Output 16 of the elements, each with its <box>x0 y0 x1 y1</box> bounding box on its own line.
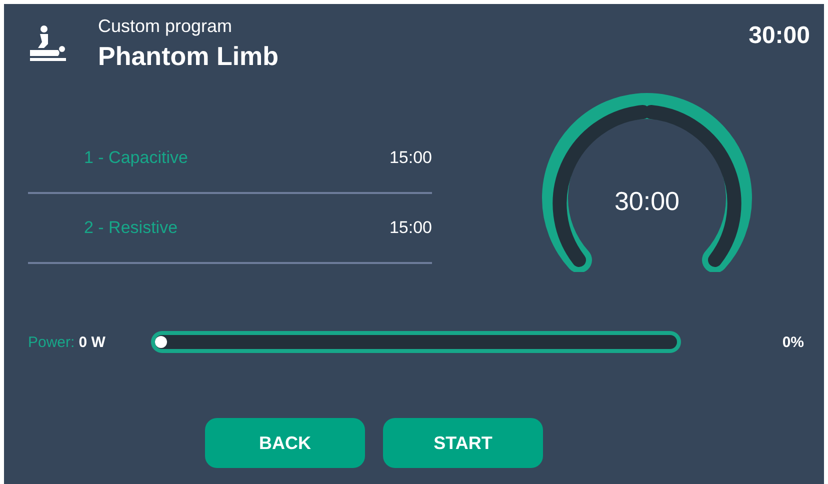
phase-name: 2 - Resistive <box>84 218 178 238</box>
phase-time: 15:00 <box>389 148 432 168</box>
total-time: 30:00 <box>748 22 810 50</box>
program-type-label: Custom program <box>98 16 234 37</box>
phase-time: 15:00 <box>389 218 432 238</box>
timer-reading: 30:00 <box>613 186 681 217</box>
massage-therapy-icon <box>28 24 68 64</box>
power-percent: 0% <box>782 334 804 350</box>
power-slider[interactable] <box>150 331 681 353</box>
slider-thumb[interactable] <box>154 336 167 348</box>
power-value: 0 W <box>78 334 106 350</box>
start-button[interactable]: START <box>383 418 543 468</box>
phase-name: 1 - Capacitive <box>84 148 188 168</box>
power-label: Power: <box>28 334 75 350</box>
program-title: Phantom Limb <box>98 41 279 72</box>
back-button[interactable]: BACK <box>205 418 365 468</box>
